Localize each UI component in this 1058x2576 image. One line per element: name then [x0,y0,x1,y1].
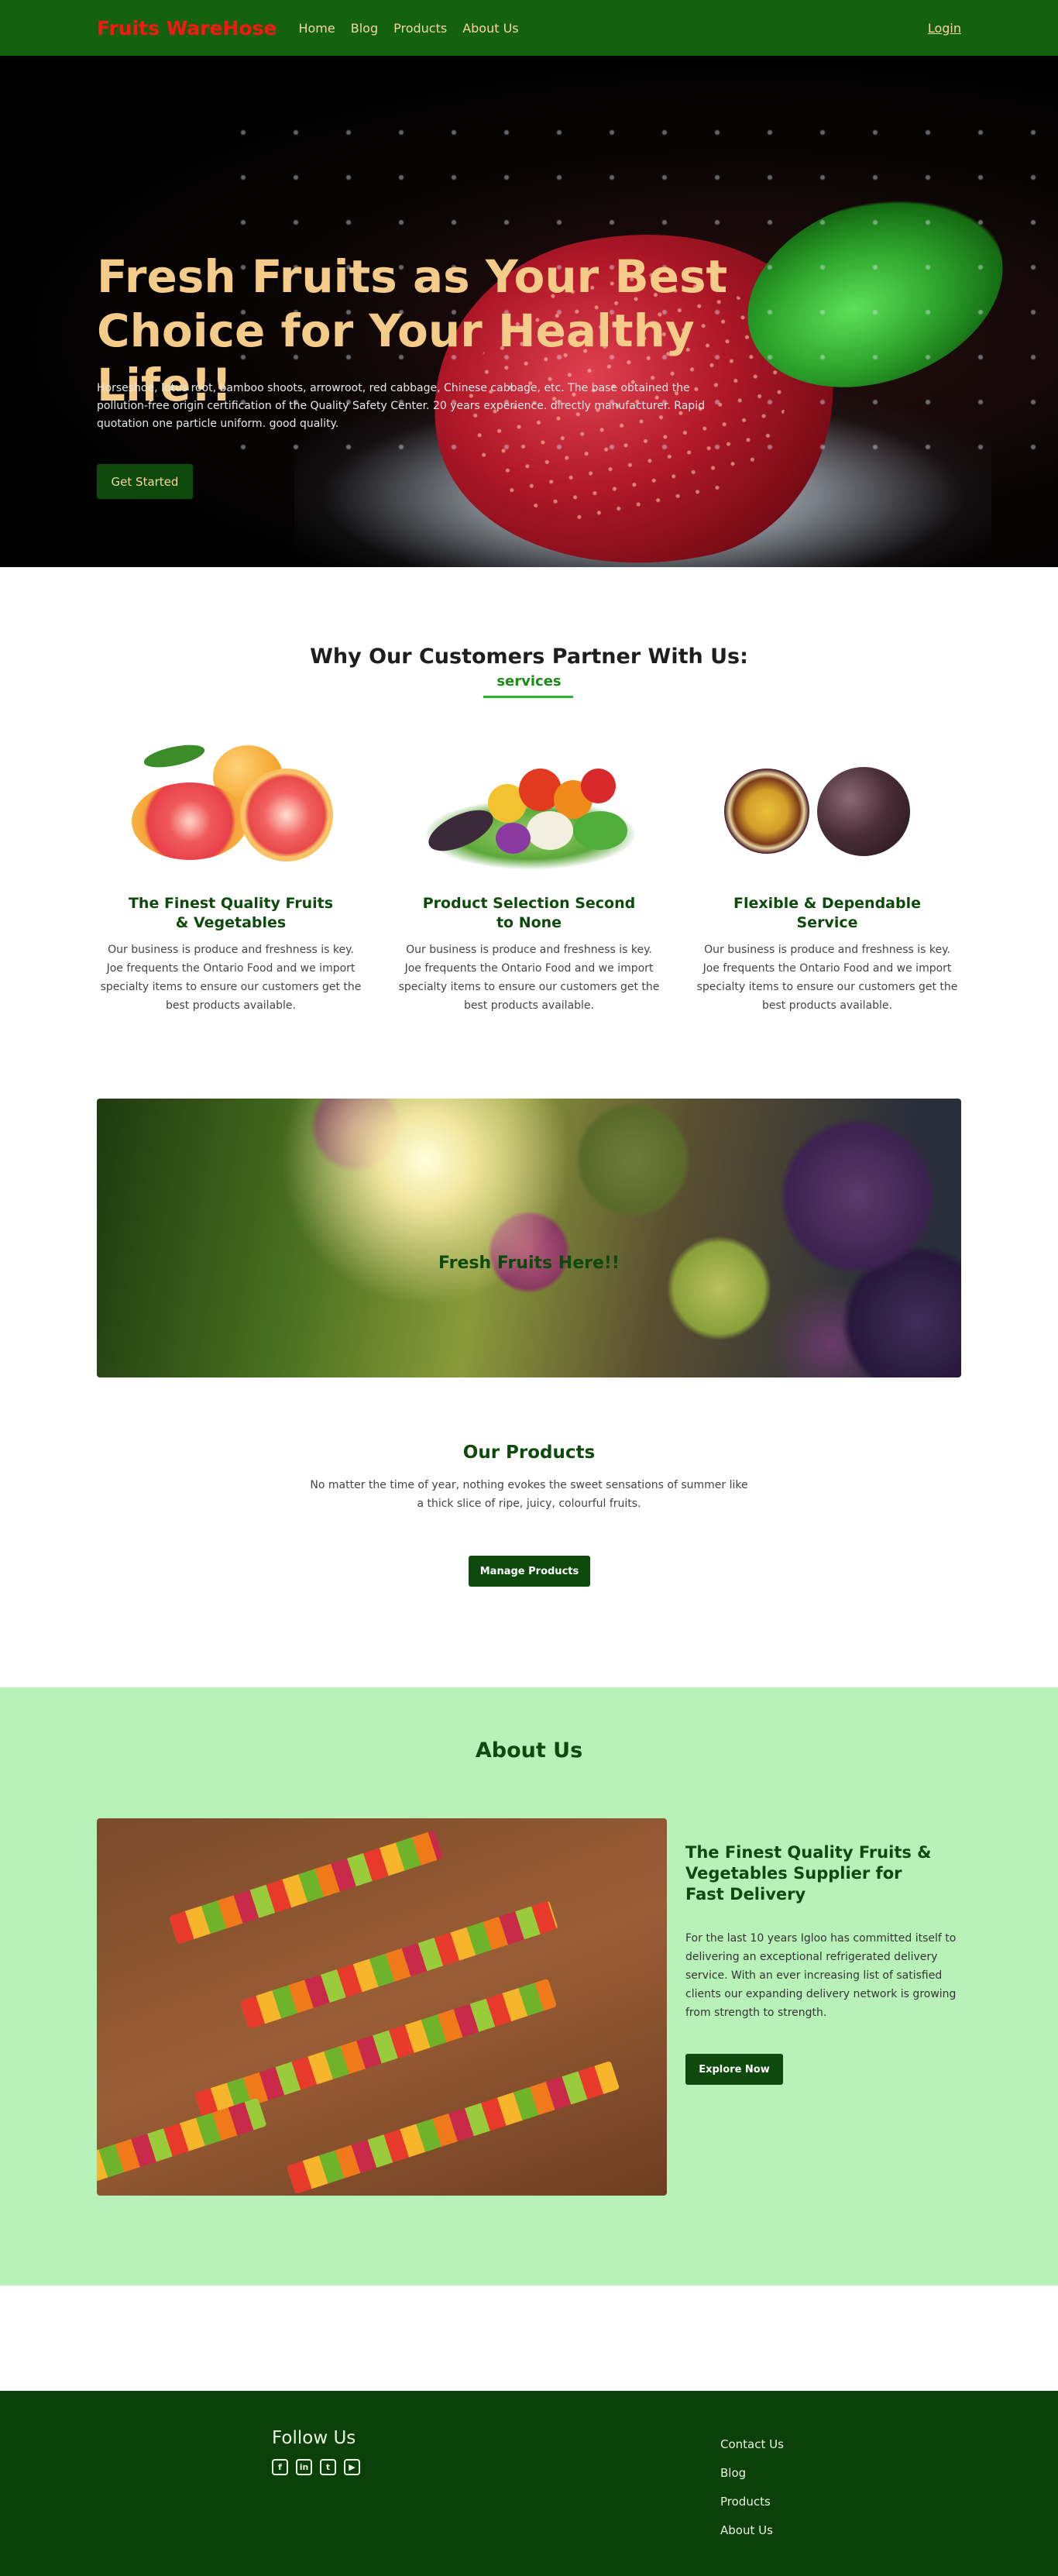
nav-link-blog[interactable]: Blog [351,21,378,36]
footer: Follow Us f in t ▶ Contact Us Blog Produ… [0,2391,1058,2576]
footer-link-about[interactable]: About Us [720,2523,784,2537]
nav-links: Home Blog Products About Us [298,21,518,36]
service-cards: The Finest Quality Fruits & Vegetables O… [97,738,961,1015]
products-description: No matter the time of year, nothing evok… [310,1479,748,1510]
youtube-icon[interactable]: ▶ [344,2459,360,2475]
services-title: Why Our Customers Partner With Us: [310,645,748,669]
service-card-text: Our business is produce and freshness is… [100,944,362,1012]
login-link[interactable]: Login [928,21,961,36]
manage-products-button[interactable]: Manage Products [469,1556,590,1587]
nav-link-products[interactable]: Products [393,21,447,36]
market-image [97,1818,667,2196]
service-card-text: Our business is produce and freshness is… [696,944,958,1012]
service-card: The Finest Quality Fruits & Vegetables O… [97,738,365,1015]
linkedin-icon[interactable]: in [296,2459,312,2475]
brand-logo[interactable]: Fruits WareHose [97,17,277,40]
services-underline [483,696,573,698]
twitter-icon[interactable]: t [320,2459,336,2475]
nav-link-home[interactable]: Home [298,21,335,36]
footer-links: Contact Us Blog Products About Us [720,2437,784,2537]
service-card: Flexible & Dependable Service Our busine… [693,738,961,1015]
grapefruit-image [97,738,365,877]
nav-link-about[interactable]: About Us [462,21,518,36]
navbar: Fruits WareHose Home Blog Products About… [0,0,1058,56]
service-card-title: The Finest Quality Fruits & Vegetables [128,895,334,931]
about-section: About Us The Finest Quality Fruits & Veg… [0,1687,1058,2285]
vegetables-image [395,738,663,877]
get-started-button[interactable]: Get Started [97,464,193,499]
facebook-icon[interactable]: f [272,2459,288,2475]
footer-link-products[interactable]: Products [720,2495,784,2509]
about-title: About Us [475,1739,583,1763]
footer-link-contact[interactable]: Contact Us [720,2437,784,2451]
footer-link-blog[interactable]: Blog [720,2466,784,2480]
service-card-title: Product Selection Second to None [422,895,636,931]
service-card: Product Selection Second to None Our bus… [395,738,663,1015]
products-title: Our Products [462,1443,596,1463]
follow-us-heading: Follow Us [272,2428,356,2448]
social-icons: f in t ▶ [272,2459,360,2475]
service-card-title: Flexible & Dependable Service [733,895,922,931]
grapes-banner: Fresh Fruits Here!! [97,1099,961,1377]
about-subtitle: The Finest Quality Fruits & Vegetables S… [685,1843,932,1904]
explore-now-button[interactable]: Explore Now [685,2054,783,2085]
hero-section: Fresh Fruits as Your Best Choice for You… [0,56,1058,567]
service-card-text: Our business is produce and freshness is… [398,944,660,1012]
hero-description: Horseshoe, lotus root, bamboo shoots, ar… [97,382,705,430]
services-subtitle: services [496,673,562,690]
services-section: Why Our Customers Partner With Us: servi… [0,567,1058,1082]
about-description: For the last 10 years Igloo has committe… [685,1932,957,2019]
passion-fruit-image [693,738,961,877]
banner-text: Fresh Fruits Here!! [438,1254,620,1273]
